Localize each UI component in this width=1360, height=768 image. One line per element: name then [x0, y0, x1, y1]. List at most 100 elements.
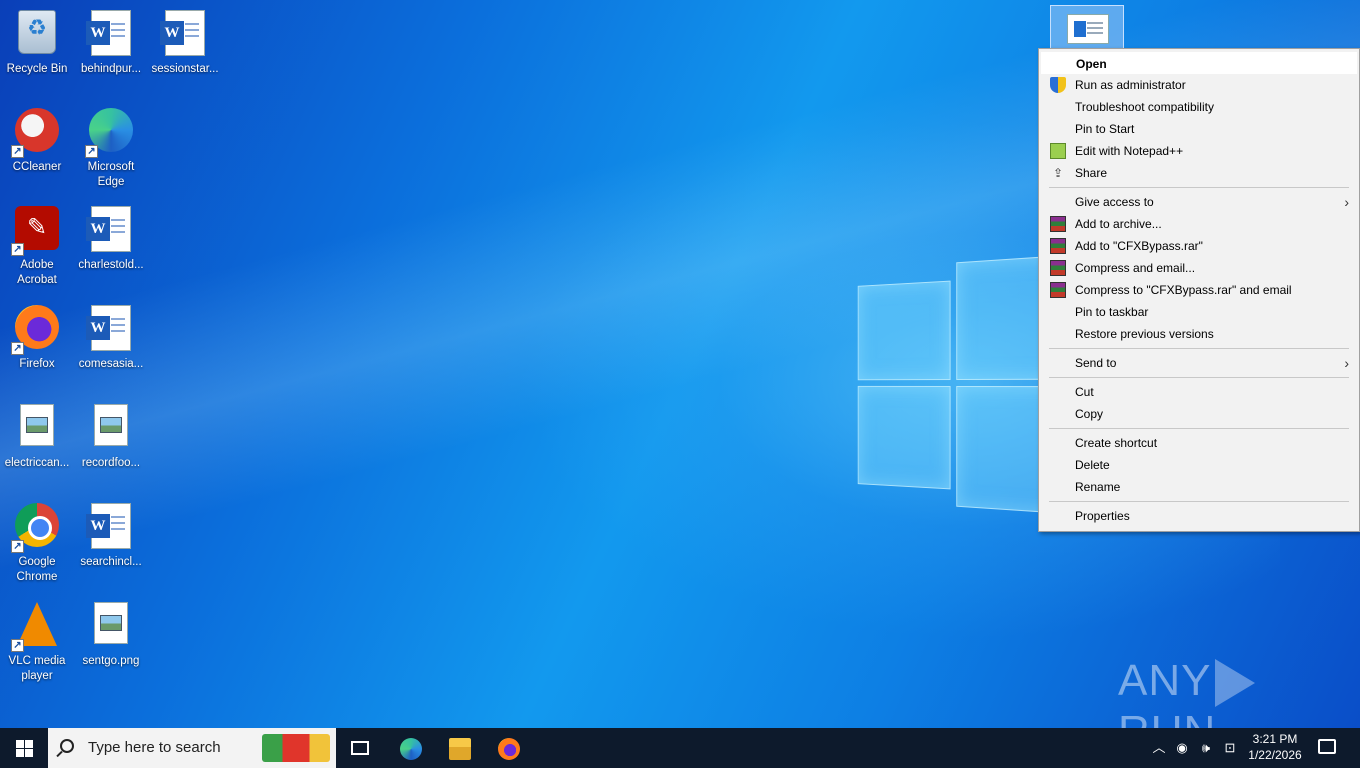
chevron-up-icon: ︿: [1152, 740, 1166, 755]
desktop-icon-adobe-acrobat[interactable]: ✎ ↗ Adobe Acrobat: [0, 202, 74, 288]
desktop-icon-label: behindpur...: [80, 63, 142, 75]
search-icon: [60, 739, 74, 753]
word-document-icon: W: [86, 10, 131, 56]
volume-icon[interactable]: 🕪: [1196, 728, 1216, 768]
menu-separator: [1049, 428, 1349, 429]
desktop-icon-label: CCleaner: [12, 161, 62, 173]
menu-item-create-shortcut[interactable]: Create shortcut: [1041, 432, 1357, 454]
menu-item-run-as-administrator[interactable]: Run as administrator: [1041, 74, 1357, 96]
desktop-icon-recordfoo[interactable]: recordfoo...: [74, 400, 148, 471]
menu-item-properties[interactable]: Properties: [1041, 505, 1357, 527]
taskbar: Type here to search ︿ ◉ 🕪 ⊡ 3:21 PM 1/22…: [0, 728, 1360, 768]
shortcut-arrow-icon: ↗: [85, 145, 98, 158]
word-document-icon: W: [160, 10, 205, 56]
edge-icon: [400, 738, 422, 760]
menu-item-give-access-to[interactable]: Give access to ›: [1041, 191, 1357, 213]
task-view-icon: [351, 741, 369, 755]
start-button[interactable]: [0, 728, 48, 768]
menu-item-delete[interactable]: Delete: [1041, 454, 1357, 476]
desktop-icon-behindpur[interactable]: W behindpur...: [74, 6, 148, 77]
menu-separator: [1049, 377, 1349, 378]
menu-separator: [1049, 501, 1349, 502]
selected-desktop-icon[interactable]: [1050, 5, 1124, 49]
taskbar-clock[interactable]: 3:21 PM 1/22/2026: [1240, 731, 1310, 763]
notepad-icon: [1050, 143, 1066, 159]
desktop-icon-label: searchincl...: [80, 556, 142, 568]
word-document-icon: W: [86, 305, 131, 351]
desktop-icon-electriccan[interactable]: electriccan...: [0, 400, 74, 471]
taskbar-search-box[interactable]: Type here to search: [48, 728, 336, 768]
desktop-icon-label: charlestold...: [78, 259, 144, 271]
desktop-icon-searchincl[interactable]: W searchincl...: [74, 499, 148, 570]
desktop-icon-label: Firefox: [19, 358, 55, 370]
desktop-icon-google-chrome[interactable]: ↗ Google Chrome: [0, 499, 74, 585]
notification-center-icon[interactable]: [1318, 739, 1336, 754]
taskbar-file-explorer-button[interactable]: [435, 728, 483, 768]
desktop-icon-firefox[interactable]: ↗ Firefox: [0, 301, 74, 372]
desktop-icon-charlestold[interactable]: W charlestold...: [74, 202, 148, 273]
menu-item-compress-and-email[interactable]: Compress and email...: [1041, 257, 1357, 279]
task-view-button[interactable]: [336, 728, 384, 768]
clock-time: 3:21 PM: [1252, 732, 1298, 746]
taskbar-firefox-button[interactable]: [484, 728, 532, 768]
image-file-icon: [20, 404, 54, 446]
folder-icon: [449, 738, 471, 760]
desktop-icon-label: comesasia...: [78, 358, 144, 370]
menu-item-copy[interactable]: Copy: [1041, 403, 1357, 425]
word-document-icon: W: [86, 206, 131, 252]
clock-date: 1/22/2026: [1248, 748, 1302, 762]
menu-separator: [1049, 348, 1349, 349]
menu-item-send-to[interactable]: Send to ›: [1041, 352, 1357, 374]
menu-item-rename[interactable]: Rename: [1041, 476, 1357, 498]
taskbar-edge-button[interactable]: [386, 728, 434, 768]
anyrun-watermark: ANYRUN: [1118, 656, 1318, 756]
desktop-icon-sessionstar[interactable]: W sessionstar...: [148, 6, 222, 77]
desktop-icon-microsoft-edge[interactable]: ↗ Microsoft Edge: [74, 104, 148, 190]
menu-item-add-to-rar[interactable]: Add to "CFXBypass.rar": [1041, 235, 1357, 257]
shortcut-arrow-icon: ↗: [11, 342, 24, 355]
menu-item-add-to-archive[interactable]: Add to archive...: [1041, 213, 1357, 235]
shortcut-arrow-icon: ↗: [11, 243, 24, 256]
menu-item-troubleshoot-compatibility[interactable]: Troubleshoot compatibility: [1041, 96, 1357, 118]
shortcut-arrow-icon: ↗: [11, 540, 24, 553]
application-file-icon: [1067, 14, 1109, 44]
play-icon: [1215, 659, 1256, 708]
winrar-icon: [1050, 260, 1066, 276]
share-icon: ⇪: [1052, 166, 1064, 180]
word-document-icon: W: [86, 503, 131, 549]
winrar-icon: [1050, 282, 1066, 298]
menu-item-open[interactable]: Open: [1041, 52, 1357, 74]
desktop-icon-recycle-bin[interactable]: Recycle Bin: [0, 6, 74, 77]
search-placeholder: Type here to search: [88, 739, 221, 756]
menu-separator: [1049, 187, 1349, 188]
menu-item-pin-to-taskbar[interactable]: Pin to taskbar: [1041, 301, 1357, 323]
desktop-icon-comesasia[interactable]: W comesasia...: [74, 301, 148, 372]
menu-item-cut[interactable]: Cut: [1041, 381, 1357, 403]
firefox-icon: [498, 738, 520, 760]
chevron-right-icon: ›: [1344, 355, 1349, 371]
image-file-icon: [94, 404, 128, 446]
menu-item-restore-previous-versions[interactable]: Restore previous versions: [1041, 323, 1357, 345]
desktop-icon-label: VLC media player: [8, 655, 66, 682]
winrar-icon: [1050, 238, 1066, 254]
desktop-icon-label: electriccan...: [4, 457, 70, 469]
shield-icon: [1050, 77, 1066, 93]
recycle-bin-icon: [18, 10, 56, 54]
desktop-icon-label: recordfoo...: [81, 457, 141, 469]
desktop-icon-sentgo[interactable]: sentgo.png: [74, 598, 148, 669]
menu-item-pin-to-start[interactable]: Pin to Start: [1041, 118, 1357, 140]
shortcut-arrow-icon: ↗: [11, 145, 24, 158]
desktop-icon-label: Recycle Bin: [6, 63, 68, 75]
meet-now-icon[interactable]: ◉: [1173, 728, 1191, 768]
menu-item-share[interactable]: ⇪ Share: [1041, 162, 1357, 184]
desktop-icon-ccleaner[interactable]: ↗ CCleaner: [0, 104, 74, 175]
winrar-icon: [1050, 216, 1066, 232]
menu-item-compress-to-rar-and-email[interactable]: Compress to "CFXBypass.rar" and email: [1041, 279, 1357, 301]
network-icon[interactable]: ⊡: [1220, 728, 1240, 768]
image-file-icon: [94, 602, 128, 644]
desktop-icon-vlc[interactable]: ↗ VLC media player: [0, 598, 74, 684]
show-hidden-icons-button[interactable]: ︿: [1150, 728, 1168, 768]
menu-item-edit-with-notepad[interactable]: Edit with Notepad++: [1041, 140, 1357, 162]
context-menu: Open Run as administrator Troubleshoot c…: [1038, 48, 1360, 532]
chevron-right-icon: ›: [1344, 194, 1349, 210]
